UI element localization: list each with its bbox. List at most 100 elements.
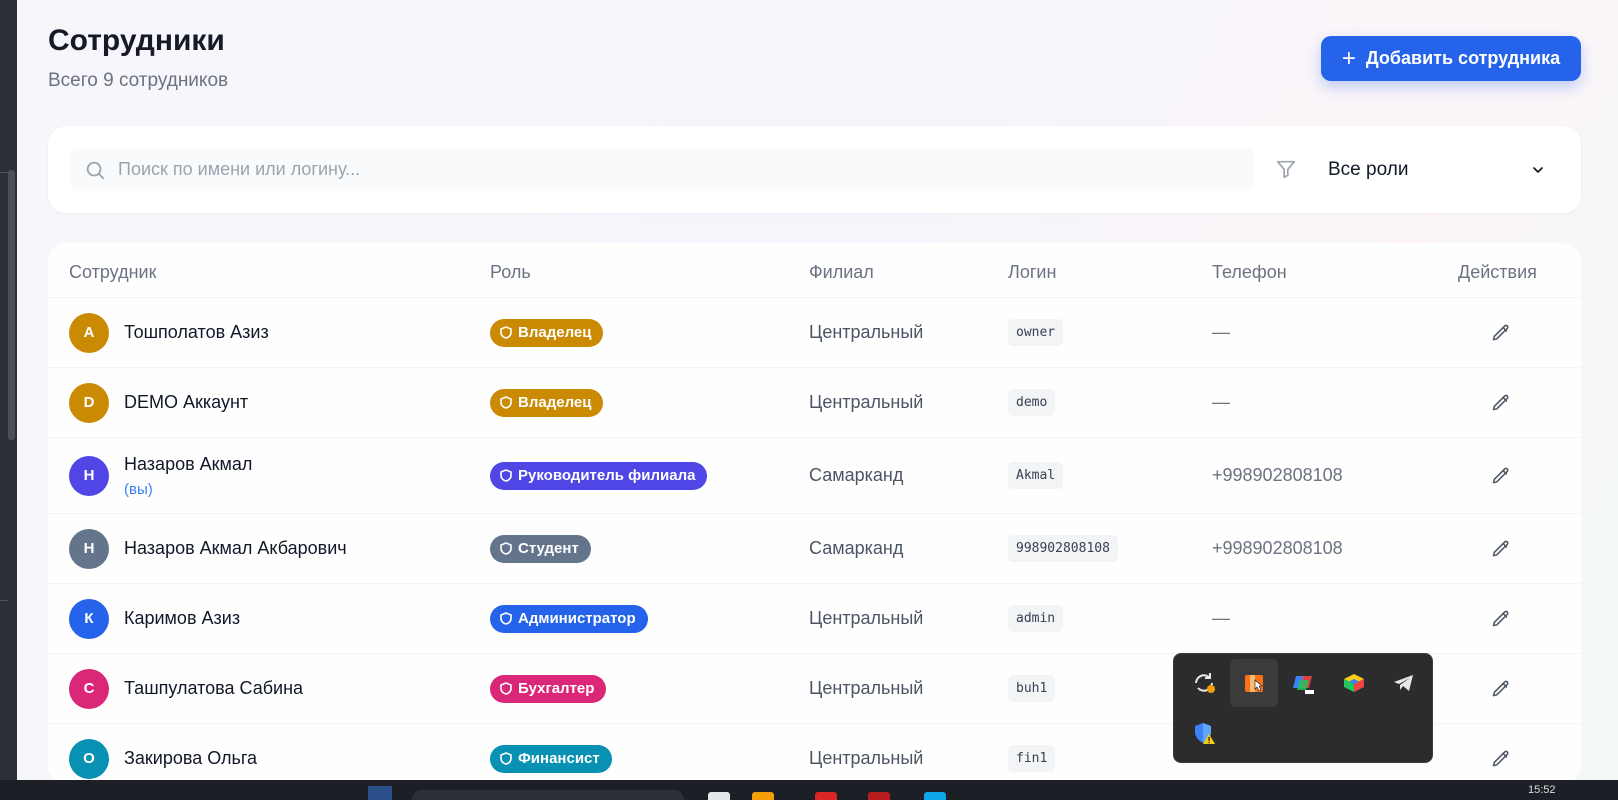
add-employee-button[interactable]: + Добавить сотрудника (1321, 36, 1581, 81)
branch-name: Самарканд (809, 538, 904, 558)
sync-update-icon[interactable] (1180, 659, 1228, 707)
role-filter-select[interactable]: Все роли (1318, 148, 1558, 191)
phone-cell: +998902808108 (1212, 438, 1343, 513)
shield-icon (500, 682, 512, 695)
page-title: Сотрудники (48, 24, 225, 57)
edit-pencil-icon[interactable] (1491, 609, 1511, 629)
search-icon (86, 161, 105, 179)
shield-icon (500, 326, 512, 339)
role-cell: Владелец (490, 298, 604, 367)
branch-cell: Центральный (809, 298, 923, 367)
edit-pencil-icon[interactable] (1491, 466, 1511, 486)
role-badge: Руководитель филиала (490, 461, 708, 490)
table-row: Н Назаров Акмал (вы) Руководитель филиала Са… (48, 437, 1581, 513)
employee-name: Назаров Акмал Акбарович (124, 538, 347, 558)
taskbar-app-icon[interactable] (752, 792, 774, 800)
edit-pencil-icon[interactable] (1491, 679, 1511, 699)
column-header-role: Роль (490, 262, 531, 282)
login-value: Akmal (1008, 462, 1064, 489)
employee-name: DEMO Аккаунт (124, 392, 249, 412)
taskbar-app-icon[interactable] (708, 792, 730, 800)
plus-icon: + (1341, 44, 1356, 72)
branch-cell: Самарканд (809, 514, 903, 583)
scrollbar-thumb[interactable] (8, 170, 15, 440)
actions-cell (1491, 654, 1511, 723)
actions-cell (1491, 584, 1511, 653)
avatar: О (69, 738, 109, 779)
branch-cell: Центральный (809, 584, 923, 653)
role-badge: Бухгалтер (490, 674, 607, 703)
phone-value: +998902808108 (1212, 538, 1343, 558)
phone-cell: +998902808108 (1212, 514, 1343, 583)
shield-icon (500, 612, 512, 625)
column-header-phone: Телефон (1212, 262, 1287, 282)
login-cell: Akmal (1008, 438, 1064, 513)
shield-icon (500, 469, 512, 482)
panel-divider (0, 600, 8, 601)
left-panel-strip (0, 0, 17, 780)
panel-divider (0, 172, 8, 173)
employee-cell: А Тошполатов Азиз (69, 298, 269, 367)
employee-name-wrap: DEMO Аккаунт (124, 392, 248, 413)
role-badge-label: Руководитель филиала (518, 467, 696, 484)
taskbar-search[interactable] (412, 790, 684, 800)
edit-pencil-icon[interactable] (1491, 749, 1511, 769)
login-value: owner (1008, 319, 1064, 346)
office-app-icon[interactable] (1230, 659, 1278, 707)
role-cell: Руководитель филиала (490, 438, 708, 513)
actions-cell (1491, 438, 1511, 513)
bluestacks-icon[interactable] (1330, 659, 1378, 707)
role-cell: Администратор (490, 584, 648, 653)
role-badge: Владелец (490, 388, 604, 417)
edit-pencil-icon[interactable] (1491, 393, 1511, 413)
branch-cell: Самарканд (809, 438, 903, 513)
avatar: Н (69, 528, 109, 569)
phone-cell: — (1212, 584, 1230, 653)
employee-name-wrap: Назаров Акмал (вы) (124, 454, 252, 498)
search-input[interactable] (118, 159, 1218, 180)
add-employee-label: Добавить сотрудника (1365, 48, 1561, 68)
phone-cell: — (1212, 298, 1230, 367)
telegram-icon[interactable] (1380, 659, 1428, 707)
column-header-login: Логин (1008, 262, 1057, 282)
role-badge: Финансист (490, 744, 612, 773)
table-header: Сотрудник Роль Филиал Логин Телефон Дейс… (48, 243, 1581, 303)
start-button[interactable] (368, 786, 392, 800)
search-box[interactable] (70, 148, 1255, 191)
employee-name-wrap: Каримов Азиз (124, 608, 240, 629)
role-badge-label: Владелец (518, 324, 592, 341)
table-row: Н Назаров Акмал Акбарович Студент Самарканд… (48, 513, 1581, 583)
shield-icon (500, 752, 512, 765)
avatar: А (69, 312, 109, 353)
column-header-branch: Филиал (809, 262, 874, 282)
phone-value: +998902808108 (1212, 465, 1343, 485)
system-tray-overflow-popup (1173, 653, 1433, 763)
phone-cell: — (1212, 368, 1230, 437)
role-cell: Бухгалтер (490, 654, 607, 723)
taskbar-app-icon[interactable] (924, 792, 946, 800)
security-warning-icon[interactable] (1180, 709, 1228, 757)
branch-name: Центральный (809, 748, 924, 768)
taskbar: 15:52 (0, 780, 1618, 800)
avatar: D (69, 382, 109, 423)
edit-pencil-icon[interactable] (1491, 323, 1511, 343)
login-value: admin (1008, 605, 1064, 632)
shield-icon (500, 542, 512, 555)
login-value: fin1 (1008, 745, 1056, 772)
taskbar-app-icon[interactable] (868, 792, 890, 800)
login-cell: owner (1008, 298, 1064, 367)
column-header-employee: Сотрудник (69, 262, 157, 282)
pos-app-icon[interactable] (1280, 659, 1328, 707)
taskbar-clock: 15:52 (1528, 784, 1556, 796)
role-badge-label: Студент (518, 540, 579, 557)
filter-card: Все роли (48, 126, 1581, 213)
taskbar-app-icon[interactable] (815, 792, 837, 800)
employee-cell: Н Назаров Акмал (вы) (69, 438, 252, 513)
branch-name: Центральный (809, 392, 924, 412)
edit-pencil-icon[interactable] (1491, 539, 1511, 559)
table-row: А Тошполатов Азиз Владелец Центральный owner… (48, 297, 1581, 367)
role-badge-label: Финансист (518, 750, 600, 767)
chevron-down-icon (1533, 166, 1543, 173)
filter-funnel-icon (1276, 160, 1296, 179)
employee-name: Каримов Азиз (124, 608, 241, 628)
